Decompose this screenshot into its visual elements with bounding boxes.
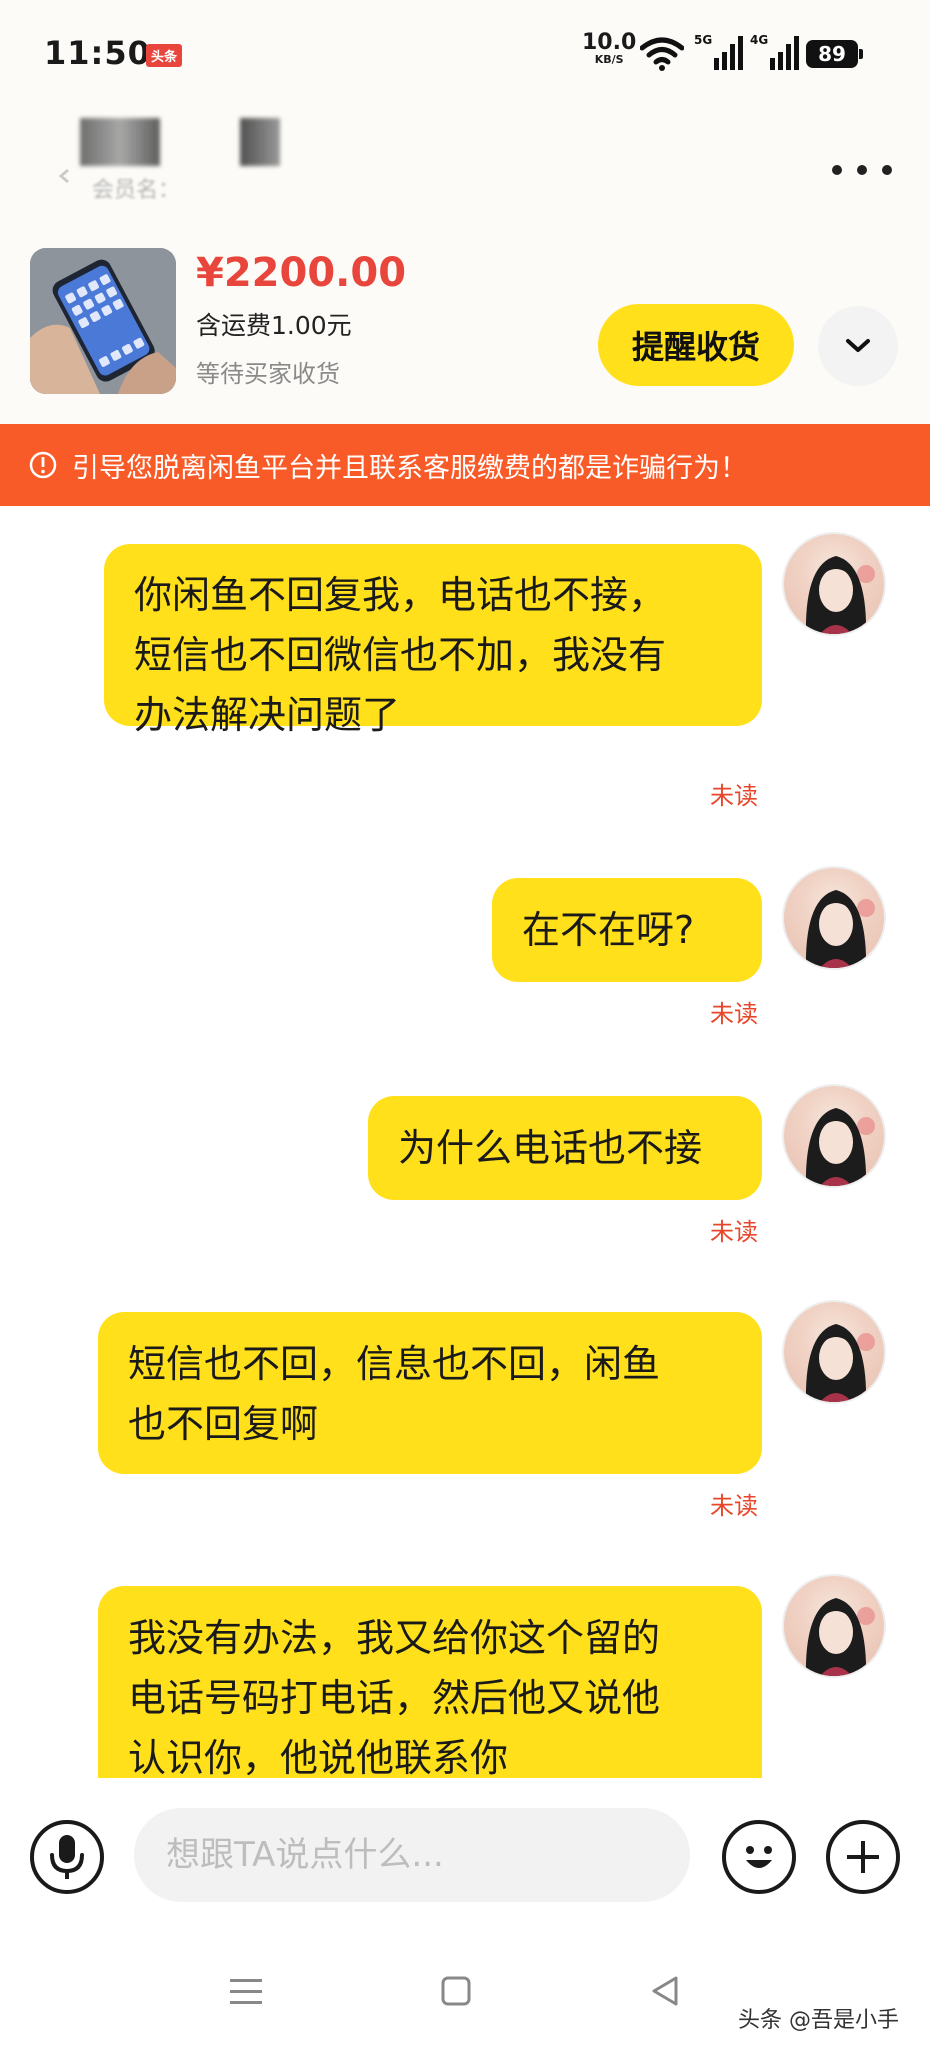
chat-screen: 11:50 头条 10.0 KB/S 5G 4G 89 会员名： ¥2200.0… [0, 0, 930, 2048]
product-card[interactable]: ¥2200.00 含运费1.00元 等待买家收货 提醒收货 [0, 230, 930, 424]
battery-indicator: 89 [806, 40, 863, 68]
back-icon[interactable] [58, 168, 70, 188]
read-status: 未读 [710, 1492, 758, 1520]
composer-bar [0, 1778, 930, 1938]
contact-name-blurred [80, 118, 160, 166]
more-dots-icon [832, 165, 842, 175]
user-avatar[interactable] [782, 1300, 886, 1404]
product-image[interactable] [30, 248, 176, 394]
watermark: 头条 @吾是小手 [738, 2008, 899, 2033]
smiley-icon [746, 1846, 772, 1868]
status-bar: 11:50 头条 10.0 KB/S 5G 4G 89 [0, 0, 930, 110]
user-avatar[interactable] [782, 532, 886, 636]
signal-5g-icon: 5G [694, 32, 744, 76]
net-speed-value: 10.0 [582, 30, 637, 55]
voice-input-button[interactable] [30, 1820, 104, 1894]
chevron-down-icon [846, 339, 870, 352]
contact-subname: 会员名： [92, 178, 181, 203]
signal-4g-icon: 4G [750, 32, 800, 76]
home-icon[interactable] [440, 1974, 472, 2012]
user-avatar[interactable] [782, 866, 886, 970]
warning-text: 引导您脱离闲鱼平台并且联系客服缴费的都是诈骗行为！ [72, 452, 747, 484]
read-status: 未读 [710, 782, 758, 810]
contact-name-blurred-2 [240, 118, 280, 166]
message-input[interactable] [134, 1808, 690, 1902]
wifi-icon [639, 36, 685, 76]
back-triangle-icon[interactable] [648, 1974, 682, 2012]
user-avatar[interactable] [782, 1574, 886, 1678]
emoji-button[interactable] [722, 1820, 796, 1894]
menu-icon[interactable] [228, 1976, 264, 2012]
more-actions-button[interactable] [826, 1820, 900, 1894]
more-button[interactable] [832, 150, 892, 190]
message-bubble[interactable]: 为什么电话也不接 [368, 1096, 762, 1200]
plus-icon [847, 1841, 879, 1873]
expand-button[interactable] [818, 306, 898, 386]
system-nav-bar: 头条 @吾是小手 [0, 1938, 930, 2048]
message-bubble[interactable]: 在不在呀? [492, 878, 762, 982]
app-badge: 头条 [146, 44, 183, 67]
message-bubble[interactable]: 短信也不回，信息也不回，闲鱼 也不回复啊 [98, 1312, 762, 1474]
shipping-fee: 含运费1.00元 [196, 311, 352, 340]
read-status: 未读 [710, 1000, 758, 1028]
message-list[interactable]: 你闲鱼不回复我，电话也不接， 短信也不回微信也不加，我没有 办法解决问题了 未读… [0, 506, 930, 1778]
read-status: 未读 [710, 1218, 758, 1246]
remind-receipt-button[interactable]: 提醒收货 [598, 304, 794, 386]
fraud-warning-banner: 引导您脱离闲鱼平台并且联系客服缴费的都是诈骗行为！ [0, 424, 930, 506]
svg-text:4G: 4G [750, 33, 768, 47]
message-bubble[interactable]: 你闲鱼不回复我，电话也不接， 短信也不回微信也不加，我没有 办法解决问题了 [104, 544, 762, 737]
product-price: ¥2200.00 [196, 250, 407, 296]
warning-icon [28, 450, 58, 480]
net-speed-unit: KB/S [594, 53, 624, 66]
order-status: 等待买家收货 [196, 360, 340, 388]
microphone-icon [50, 1835, 84, 1879]
message-bubble[interactable]: 我没有办法，我又给你这个留的 电话号码打电话，然后他又说他 认识你，他说他联系你 [98, 1586, 762, 1778]
status-time: 11:50 [44, 34, 151, 72]
chat-header: 会员名： [0, 110, 930, 230]
net-speed: 10.0 KB/S [582, 30, 637, 66]
user-avatar[interactable] [782, 1084, 886, 1188]
svg-text:5G: 5G [694, 33, 712, 47]
